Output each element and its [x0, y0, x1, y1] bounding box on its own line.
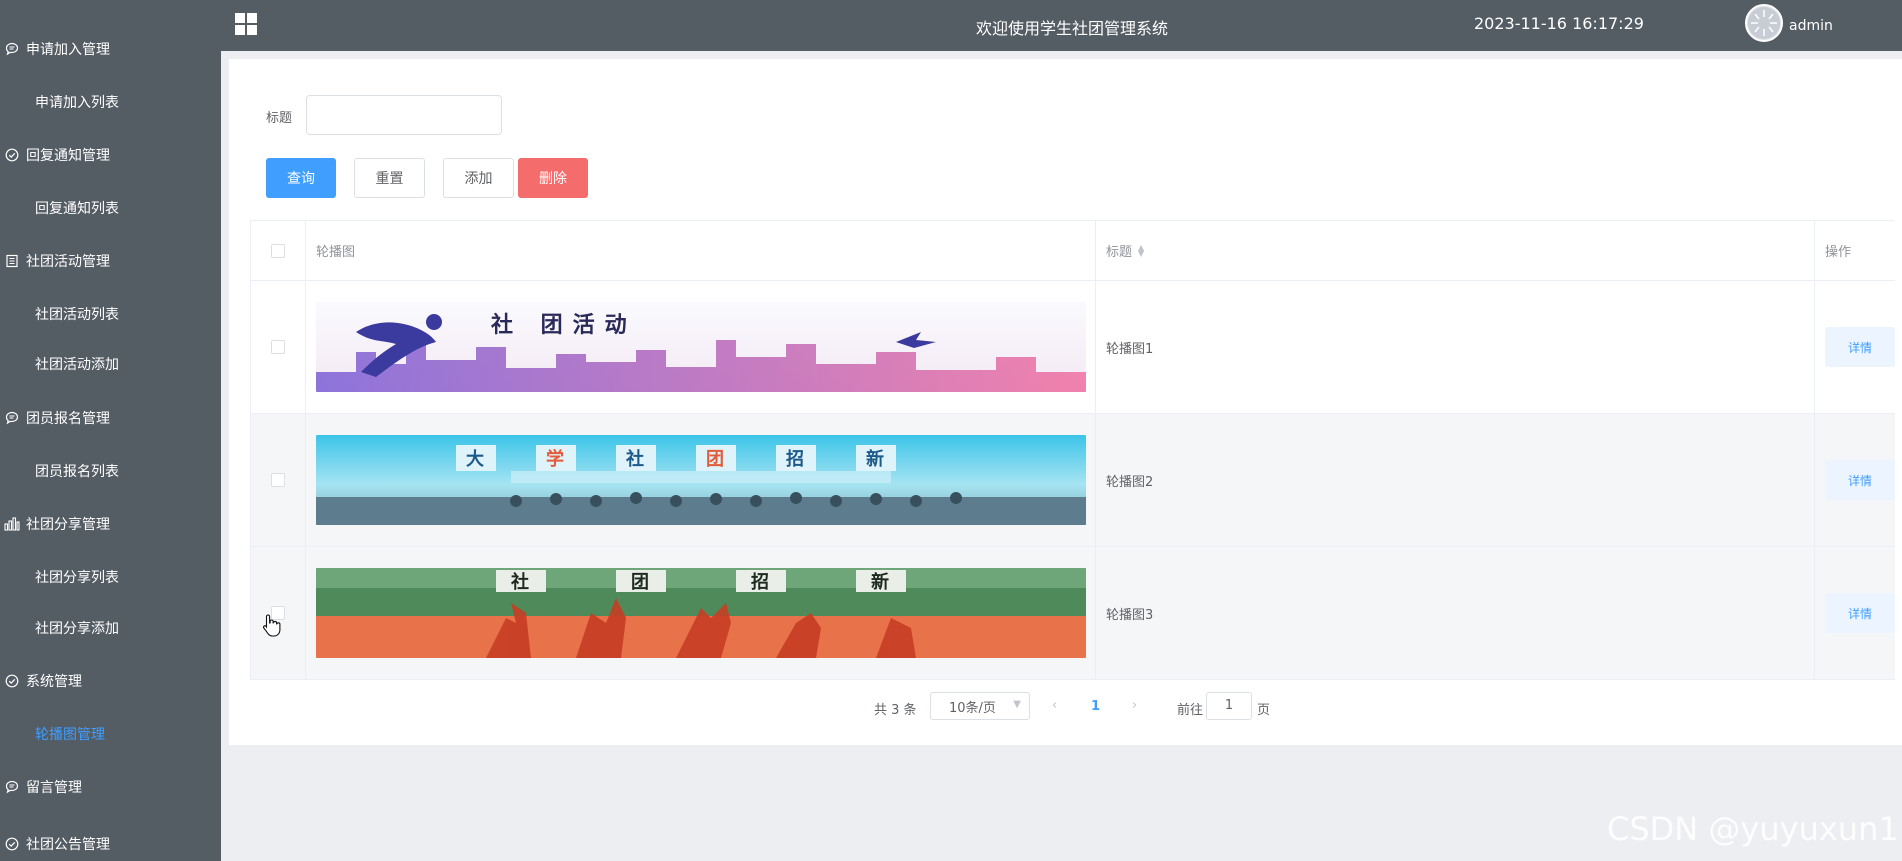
carousel-table: 轮播图 标题 ▲ ▼ 操作 社 团活动 轮播图1 详情 大 学 社 团 招 新 …	[250, 220, 1895, 680]
svg-text:招: 招	[751, 571, 769, 593]
page-size-select[interactable]: 10条/页 ▼	[930, 692, 1030, 720]
menu-group-message[interactable]: 留言管理	[0, 767, 221, 807]
sidebar: 申请加入管理 申请加入列表 回复通知管理 回复通知列表 社团活动管理 社团活动列…	[0, 0, 221, 861]
row-title: 轮播图2	[1106, 474, 1154, 490]
row-checkbox[interactable]	[271, 473, 285, 487]
goto-suffix: 页	[1257, 703, 1271, 718]
next-page-icon[interactable]: ›	[1132, 698, 1137, 713]
sidebar-item-apply-list[interactable]: 申请加入列表	[0, 82, 221, 122]
carousel-image: 社 团 招 新	[316, 568, 1086, 658]
svg-text:学: 学	[546, 448, 564, 470]
total-count: 共 3 条	[874, 703, 917, 718]
menu-group-label: 申请加入管理	[26, 42, 110, 58]
row-title: 轮播图1	[1106, 341, 1154, 357]
main-content: 标题 查询 重置 添加 删除 轮播图 标题 ▲ ▼ 操作 社 团活动 轮播图1 …	[229, 59, 1902, 745]
menu-group-member-signup[interactable]: 团员报名管理	[0, 398, 221, 438]
table-header-row: 轮播图 标题 ▲ ▼ 操作	[251, 221, 1895, 281]
pagination: 共 3 条 10条/页 ▼ ‹ 1 › 前往 1 页	[229, 692, 1902, 722]
svg-text:团: 团	[706, 449, 724, 470]
menu-group-reply[interactable]: 回复通知管理	[0, 135, 221, 175]
sidebar-item-activity-list[interactable]: 社团活动列表	[0, 294, 221, 334]
username[interactable]: admin	[1789, 18, 1833, 34]
check-circle-icon	[2, 834, 22, 854]
search-title-label: 标题	[266, 111, 293, 126]
svg-text:新: 新	[866, 448, 884, 470]
table-row: 社 团活动 轮播图1 详情	[251, 281, 1895, 414]
check-circle-icon	[2, 145, 22, 165]
menu-group-label: 回复通知管理	[26, 148, 110, 164]
chat-icon	[2, 777, 22, 797]
carousel-image: 大 学 社 团 招 新	[316, 435, 1086, 525]
sidebar-item-share-list[interactable]: 社团分享列表	[0, 557, 221, 597]
sidebar-item-activity-add[interactable]: 社团活动添加	[0, 344, 221, 384]
menu-group-label: 社团分享管理	[26, 517, 110, 533]
delete-button[interactable]: 删除	[518, 158, 588, 198]
detail-button[interactable]: 详情	[1825, 593, 1895, 633]
menu-group-system[interactable]: 系统管理	[0, 661, 221, 701]
svg-text:社: 社	[511, 571, 529, 593]
menu-group-apply[interactable]: 申请加入管理	[0, 29, 221, 69]
select-all-checkbox[interactable]	[271, 243, 285, 258]
search-title-input[interactable]	[306, 95, 502, 135]
menu-group-label: 社团活动管理	[26, 254, 110, 270]
add-button[interactable]: 添加	[443, 158, 514, 198]
menu-group-label: 社团公告管理	[26, 837, 110, 853]
system-title: 欢迎使用学生社团管理系统	[976, 19, 1169, 38]
watermark: CSDN @yuyuxun1	[1607, 810, 1899, 848]
page-size-value: 10条/页	[949, 700, 996, 716]
menu-group-announcement[interactable]: 社团公告管理	[0, 824, 221, 861]
chevron-down-icon: ▼	[1013, 699, 1021, 710]
menu-group-label: 留言管理	[26, 780, 82, 796]
svg-text:大: 大	[466, 448, 484, 470]
column-header-title[interactable]: 标题 ▲ ▼	[1096, 221, 1815, 280]
avatar[interactable]	[1745, 4, 1783, 42]
table-row: 社 团 招 新 轮播图3 详情	[251, 547, 1895, 680]
svg-text:社 团活动: 社 团活动	[491, 312, 637, 338]
chat-icon	[2, 408, 22, 428]
column-header-title-label: 标题	[1106, 245, 1133, 260]
svg-text:团: 团	[631, 572, 649, 593]
menu-group-share[interactable]: 社团分享管理	[0, 504, 221, 544]
menu-group-label: 团员报名管理	[26, 411, 110, 427]
svg-text:社: 社	[626, 448, 644, 470]
menu-group-label: 系统管理	[26, 674, 82, 690]
reset-button[interactable]: 重置	[354, 158, 425, 198]
goto-label: 前往	[1177, 703, 1204, 718]
chat-icon	[2, 39, 22, 59]
column-header-actions: 操作	[1825, 245, 1852, 260]
row-checkbox[interactable]	[271, 340, 285, 354]
bar-chart-icon	[2, 514, 22, 534]
page-number[interactable]: 1	[1091, 699, 1100, 714]
svg-text:新: 新	[871, 571, 889, 593]
prev-page-icon[interactable]: ‹	[1052, 698, 1057, 713]
detail-button[interactable]: 详情	[1825, 460, 1895, 500]
row-title: 轮播图3	[1106, 607, 1154, 623]
sidebar-item-partial[interactable]	[0, 0, 221, 24]
column-header-image: 轮播图	[306, 221, 1096, 280]
sidebar-item-share-add[interactable]: 社团分享添加	[0, 608, 221, 648]
sidebar-item-member-signup-list[interactable]: 团员报名列表	[0, 451, 221, 491]
hand-cursor-icon	[261, 613, 281, 641]
detail-button[interactable]: 详情	[1825, 327, 1895, 367]
table-row: 大 学 社 团 招 新 轮播图2 详情	[251, 414, 1895, 547]
sidebar-item-reply-list[interactable]: 回复通知列表	[0, 188, 221, 228]
top-header: 欢迎使用学生社团管理系统 2023-11-16 16:17:29 admin	[221, 0, 1902, 51]
sort-icon[interactable]: ▲ ▼	[1138, 243, 1144, 257]
document-icon	[2, 251, 22, 271]
menu-toggle-grid-icon[interactable]	[235, 13, 257, 35]
current-datetime: 2023-11-16 16:17:29	[1474, 14, 1644, 33]
query-button[interactable]: 查询	[266, 158, 336, 198]
svg-text:招: 招	[786, 448, 804, 470]
check-circle-icon	[2, 671, 22, 691]
menu-group-activity[interactable]: 社团活动管理	[0, 241, 221, 281]
carousel-image: 社 团活动	[316, 302, 1086, 392]
sidebar-item-carousel-manage[interactable]: 轮播图管理	[0, 714, 221, 754]
goto-page-input[interactable]: 1	[1206, 692, 1252, 720]
